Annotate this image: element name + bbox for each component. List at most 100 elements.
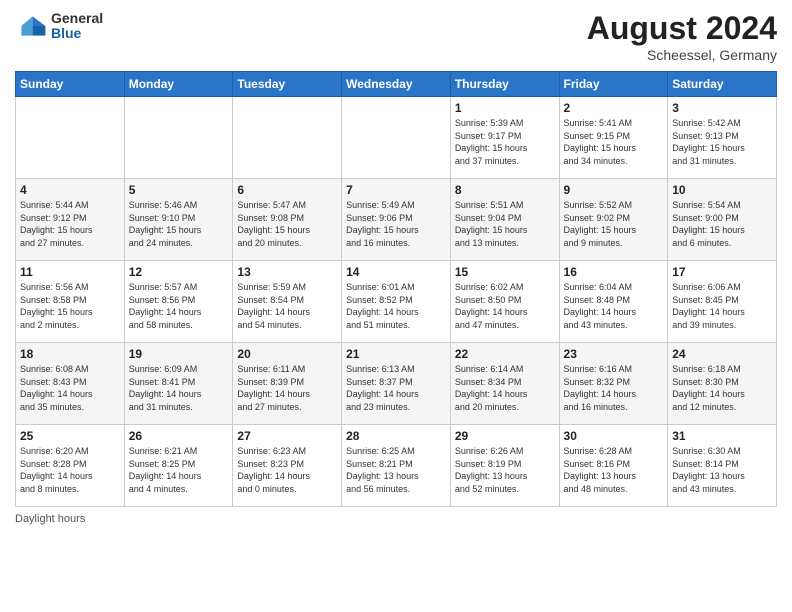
- day-number: 24: [672, 347, 772, 361]
- calendar-cell-w5-d3: 27 Sunrise: 6:23 AM Sunset: 8:23 PM Dayli…: [233, 425, 342, 507]
- logo-text: General Blue: [51, 11, 103, 42]
- day-info: Sunrise: 5:46 AM Sunset: 9:10 PM Dayligh…: [129, 199, 229, 249]
- calendar-cell-w3-d1: 11 Sunrise: 5:56 AM Sunset: 8:58 PM Dayli…: [16, 261, 125, 343]
- page: General Blue August 2024 Scheessel, Germ…: [0, 0, 792, 612]
- col-thursday: Thursday: [450, 72, 559, 97]
- day-info: Sunrise: 6:18 AM Sunset: 8:30 PM Dayligh…: [672, 363, 772, 413]
- calendar-cell-w1-d1: [16, 97, 125, 179]
- day-info: Sunrise: 5:39 AM Sunset: 9:17 PM Dayligh…: [455, 117, 555, 167]
- header: General Blue August 2024 Scheessel, Germ…: [15, 10, 777, 63]
- calendar-cell-w5-d7: 31 Sunrise: 6:30 AM Sunset: 8:14 PM Dayli…: [668, 425, 777, 507]
- title-block: August 2024 Scheessel, Germany: [587, 10, 777, 63]
- calendar-cell-w2-d2: 5 Sunrise: 5:46 AM Sunset: 9:10 PM Daylig…: [124, 179, 233, 261]
- day-number: 18: [20, 347, 120, 361]
- day-info: Sunrise: 6:16 AM Sunset: 8:32 PM Dayligh…: [564, 363, 664, 413]
- calendar-cell-w4-d2: 19 Sunrise: 6:09 AM Sunset: 8:41 PM Dayli…: [124, 343, 233, 425]
- footer: Daylight hours: [15, 513, 777, 525]
- day-number: 29: [455, 429, 555, 443]
- col-wednesday: Wednesday: [342, 72, 451, 97]
- col-friday: Friday: [559, 72, 668, 97]
- day-info: Sunrise: 5:54 AM Sunset: 9:00 PM Dayligh…: [672, 199, 772, 249]
- calendar: Sunday Monday Tuesday Wednesday Thursday…: [15, 71, 777, 507]
- calendar-cell-w5-d4: 28Sunrise: 6:25 AM Sunset: 8:21 PM Dayli…: [342, 425, 451, 507]
- day-info: Sunrise: 6:02 AM Sunset: 8:50 PM Dayligh…: [455, 281, 555, 331]
- day-info: Sunrise: 5:56 AM Sunset: 8:58 PM Dayligh…: [20, 281, 120, 331]
- calendar-cell-w4-d7: 24 Sunrise: 6:18 AM Sunset: 8:30 PM Dayli…: [668, 343, 777, 425]
- calendar-cell-w2-d5: 8 Sunrise: 5:51 AM Sunset: 9:04 PM Daylig…: [450, 179, 559, 261]
- day-info: Sunrise: 6:06 AM Sunset: 8:45 PM Dayligh…: [672, 281, 772, 331]
- day-info: Sunrise: 5:41 AM Sunset: 9:15 PM Dayligh…: [564, 117, 664, 167]
- day-number: 6: [237, 183, 337, 197]
- day-number: 16: [564, 265, 664, 279]
- calendar-cell-w2-d3: 6 Sunrise: 5:47 AM Sunset: 9:08 PM Daylig…: [233, 179, 342, 261]
- calendar-cell-w3-d2: 12 Sunrise: 5:57 AM Sunset: 8:56 PM Dayli…: [124, 261, 233, 343]
- calendar-cell-w5-d2: 26 Sunrise: 6:21 AM Sunset: 8:25 PM Dayli…: [124, 425, 233, 507]
- day-number: 27: [237, 429, 337, 443]
- calendar-cell-w2-d7: 10 Sunrise: 5:54 AM Sunset: 9:00 PM Dayli…: [668, 179, 777, 261]
- calendar-cell-w4-d3: 20Sunrise: 6:11 AM Sunset: 8:39 PM Dayli…: [233, 343, 342, 425]
- calendar-cell-w4-d1: 18 Sunrise: 6:08 AM Sunset: 8:43 PM Dayli…: [16, 343, 125, 425]
- day-number: 13: [237, 265, 337, 279]
- calendar-cell-w2-d4: 7 Sunrise: 5:49 AM Sunset: 9:06 PM Daylig…: [342, 179, 451, 261]
- day-number: 17: [672, 265, 772, 279]
- calendar-week-5: 25 Sunrise: 6:20 AM Sunset: 8:28 PM Dayli…: [16, 425, 777, 507]
- day-info: Sunrise: 5:47 AM Sunset: 9:08 PM Dayligh…: [237, 199, 337, 249]
- day-info: Sunrise: 6:26 AM Sunset: 8:19 PM Dayligh…: [455, 445, 555, 495]
- day-number: 11: [20, 265, 120, 279]
- calendar-cell-w1-d7: 3Sunrise: 5:42 AM Sunset: 9:13 PM Daylig…: [668, 97, 777, 179]
- col-monday: Monday: [124, 72, 233, 97]
- col-tuesday: Tuesday: [233, 72, 342, 97]
- day-info: Sunrise: 5:51 AM Sunset: 9:04 PM Dayligh…: [455, 199, 555, 249]
- calendar-cell-w1-d4: [342, 97, 451, 179]
- calendar-cell-w3-d5: 15Sunrise: 6:02 AM Sunset: 8:50 PM Dayli…: [450, 261, 559, 343]
- day-info: Sunrise: 5:49 AM Sunset: 9:06 PM Dayligh…: [346, 199, 446, 249]
- calendar-cell-w1-d3: [233, 97, 342, 179]
- day-number: 26: [129, 429, 229, 443]
- day-number: 7: [346, 183, 446, 197]
- day-number: 3: [672, 101, 772, 115]
- day-number: 9: [564, 183, 664, 197]
- location: Scheessel, Germany: [587, 47, 777, 63]
- logo-blue-text: Blue: [51, 26, 103, 41]
- day-info: Sunrise: 6:01 AM Sunset: 8:52 PM Dayligh…: [346, 281, 446, 331]
- calendar-cell-w5-d5: 29 Sunrise: 6:26 AM Sunset: 8:19 PM Dayli…: [450, 425, 559, 507]
- logo-general-text: General: [51, 11, 103, 26]
- day-number: 31: [672, 429, 772, 443]
- day-info: Sunrise: 6:28 AM Sunset: 8:16 PM Dayligh…: [564, 445, 664, 495]
- day-info: Sunrise: 5:57 AM Sunset: 8:56 PM Dayligh…: [129, 281, 229, 331]
- day-number: 5: [129, 183, 229, 197]
- col-sunday: Sunday: [16, 72, 125, 97]
- calendar-cell-w3-d6: 16Sunrise: 6:04 AM Sunset: 8:48 PM Dayli…: [559, 261, 668, 343]
- day-info: Sunrise: 6:08 AM Sunset: 8:43 PM Dayligh…: [20, 363, 120, 413]
- calendar-cell-w1-d2: [124, 97, 233, 179]
- day-info: Sunrise: 5:59 AM Sunset: 8:54 PM Dayligh…: [237, 281, 337, 331]
- day-info: Sunrise: 6:30 AM Sunset: 8:14 PM Dayligh…: [672, 445, 772, 495]
- day-info: Sunrise: 6:11 AM Sunset: 8:39 PM Dayligh…: [237, 363, 337, 413]
- day-info: Sunrise: 6:20 AM Sunset: 8:28 PM Dayligh…: [20, 445, 120, 495]
- daylight-label: Daylight hours: [15, 513, 85, 525]
- day-number: 8: [455, 183, 555, 197]
- day-info: Sunrise: 6:23 AM Sunset: 8:23 PM Dayligh…: [237, 445, 337, 495]
- day-number: 25: [20, 429, 120, 443]
- day-number: 10: [672, 183, 772, 197]
- calendar-week-4: 18 Sunrise: 6:08 AM Sunset: 8:43 PM Dayli…: [16, 343, 777, 425]
- calendar-cell-w5-d6: 30Sunrise: 6:28 AM Sunset: 8:16 PM Dayli…: [559, 425, 668, 507]
- logo: General Blue: [15, 10, 103, 42]
- day-info: Sunrise: 6:13 AM Sunset: 8:37 PM Dayligh…: [346, 363, 446, 413]
- day-info: Sunrise: 6:09 AM Sunset: 8:41 PM Dayligh…: [129, 363, 229, 413]
- day-number: 2: [564, 101, 664, 115]
- calendar-cell-w3-d7: 17 Sunrise: 6:06 AM Sunset: 8:45 PM Dayli…: [668, 261, 777, 343]
- day-number: 12: [129, 265, 229, 279]
- calendar-cell-w1-d5: 1Sunrise: 5:39 AM Sunset: 9:17 PM Daylig…: [450, 97, 559, 179]
- calendar-week-1: 1Sunrise: 5:39 AM Sunset: 9:17 PM Daylig…: [16, 97, 777, 179]
- day-number: 22: [455, 347, 555, 361]
- day-info: Sunrise: 6:21 AM Sunset: 8:25 PM Dayligh…: [129, 445, 229, 495]
- calendar-week-3: 11 Sunrise: 5:56 AM Sunset: 8:58 PM Dayli…: [16, 261, 777, 343]
- calendar-week-2: 4Sunrise: 5:44 AM Sunset: 9:12 PM Daylig…: [16, 179, 777, 261]
- calendar-cell-w2-d6: 9 Sunrise: 5:52 AM Sunset: 9:02 PM Daylig…: [559, 179, 668, 261]
- calendar-cell-w3-d3: 13 Sunrise: 5:59 AM Sunset: 8:54 PM Dayli…: [233, 261, 342, 343]
- day-info: Sunrise: 5:52 AM Sunset: 9:02 PM Dayligh…: [564, 199, 664, 249]
- calendar-cell-w4-d5: 22Sunrise: 6:14 AM Sunset: 8:34 PM Dayli…: [450, 343, 559, 425]
- day-number: 19: [129, 347, 229, 361]
- day-info: Sunrise: 5:44 AM Sunset: 9:12 PM Dayligh…: [20, 199, 120, 249]
